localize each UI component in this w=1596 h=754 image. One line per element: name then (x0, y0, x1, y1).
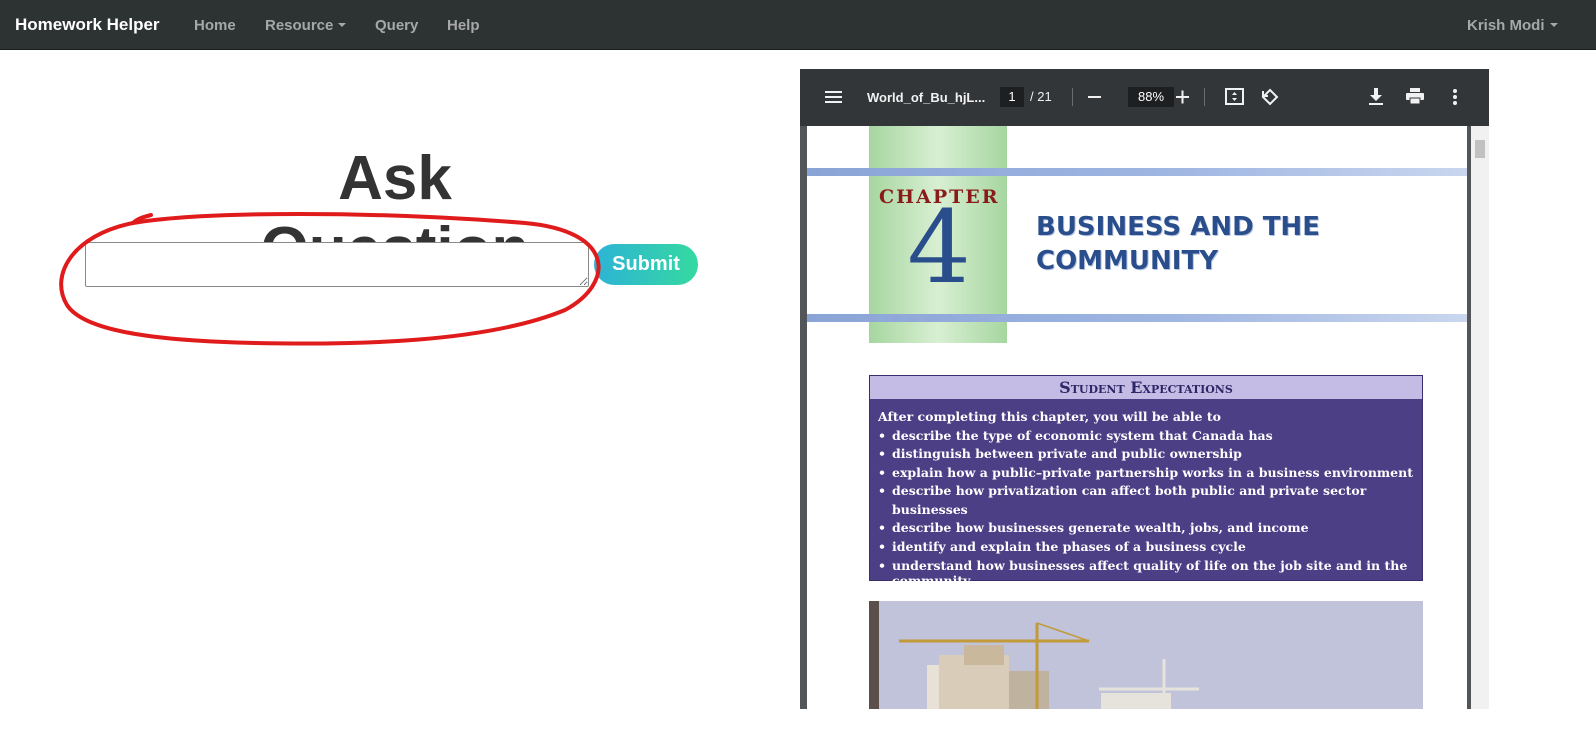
zoom-in-icon[interactable] (1176, 89, 1190, 105)
page-number-input[interactable]: 1 (1000, 87, 1024, 107)
nav-resource-dropdown[interactable]: Resource (265, 17, 347, 34)
city-construction-photo (869, 601, 1423, 709)
expectations-body: After completing this chapter, you will … (878, 408, 1418, 588)
decorative-band (807, 314, 1467, 322)
chapter-title-line-2: COMMUNITY (1036, 246, 1219, 276)
chapter-title-line-1: BUSINESS AND THE (1036, 212, 1320, 242)
nav-resource-label: Resource (265, 17, 334, 34)
pdf-filename: World_of_Bu_hjL... (867, 90, 986, 105)
brand-link[interactable]: Homework Helper (15, 15, 160, 35)
rotate-icon[interactable] (1260, 87, 1280, 107)
toolbar-divider (1072, 88, 1073, 106)
decorative-band (807, 168, 1467, 176)
toolbar-divider (1204, 88, 1205, 106)
list-item: describe the type of economic system tha… (878, 427, 1418, 446)
expectations-intro: After completing this chapter, you will … (878, 409, 1221, 424)
expectations-list: describe the type of economic system tha… (878, 427, 1418, 589)
list-item: explain how a public–private partnership… (878, 464, 1418, 483)
student-expectations-box: Student Expectations After completing th… (869, 375, 1423, 588)
caret-down-icon (338, 23, 347, 27)
more-options-icon[interactable] (1452, 87, 1458, 107)
expectations-heading: Student Expectations (870, 376, 1422, 399)
chapter-title: BUSINESS AND THE COMMUNITY (1036, 210, 1436, 278)
list-item: identify and explain the phases of a bus… (878, 538, 1418, 557)
caret-down-icon (1549, 23, 1558, 27)
top-navbar: Homework Helper Home Resource Query Help… (0, 0, 1596, 50)
pdf-page: CHAPTER 4 BUSINESS AND THE COMMUNITY Stu… (807, 126, 1467, 709)
print-icon[interactable] (1406, 87, 1424, 105)
zoom-out-icon[interactable] (1088, 89, 1102, 105)
fit-page-icon[interactable] (1225, 88, 1245, 106)
menu-icon[interactable] (825, 89, 843, 105)
scrollbar-thumb[interactable] (1475, 140, 1485, 158)
zoom-level[interactable]: 88% (1128, 87, 1174, 107)
list-item: understand how businesses affect quality… (878, 558, 1418, 588)
pdf-toolbar: World_of_Bu_hjL... 1 / 21 88% (800, 69, 1489, 126)
list-item: describe how businesses generate wealth,… (878, 519, 1418, 538)
red-circle-annotation (59, 212, 601, 346)
nav-home[interactable]: Home (194, 17, 236, 34)
list-item: describe how privatization can affect bo… (878, 482, 1418, 519)
user-menu-dropdown[interactable]: Krish Modi (1467, 17, 1558, 34)
pdf-scrollbar[interactable] (1471, 126, 1489, 709)
user-name: Krish Modi (1467, 17, 1545, 34)
nav-help[interactable]: Help (447, 17, 480, 34)
download-icon[interactable] (1368, 87, 1384, 107)
pdf-viewer: World_of_Bu_hjL... 1 / 21 88% CHAPTER 4 … (800, 69, 1489, 709)
page-total: / 21 (1030, 89, 1052, 104)
chapter-number: 4 (907, 189, 971, 306)
list-item: distinguish between private and public o… (878, 445, 1418, 464)
nav-query[interactable]: Query (375, 17, 418, 34)
